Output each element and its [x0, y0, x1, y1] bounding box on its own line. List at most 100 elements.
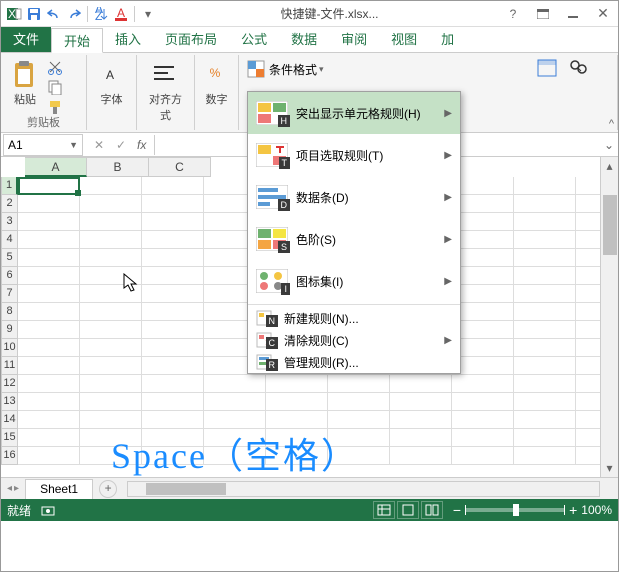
sheet-tab-1[interactable]: Sheet1 — [25, 479, 93, 499]
cell[interactable] — [18, 375, 80, 393]
excel-icon[interactable]: X — [5, 5, 23, 23]
undo-icon[interactable] — [45, 5, 63, 23]
cell[interactable] — [18, 195, 80, 213]
dd-manage-rules[interactable]: R 管理规则(R)... — [248, 351, 460, 373]
zoom-in-button[interactable]: + — [569, 502, 577, 518]
cell[interactable] — [328, 447, 390, 465]
cell[interactable] — [514, 411, 576, 429]
tab-file[interactable]: 文件 — [1, 27, 51, 52]
cell[interactable] — [80, 213, 142, 231]
cell[interactable] — [514, 357, 576, 375]
horizontal-scrollbar[interactable] — [127, 481, 600, 497]
cell[interactable] — [452, 375, 514, 393]
dd-highlight-rules[interactable]: H 突出显示单元格规则(H)▶ — [248, 92, 460, 134]
cell[interactable] — [390, 429, 452, 447]
ribbon-display-icon[interactable] — [532, 4, 554, 24]
cell[interactable] — [80, 393, 142, 411]
zoom-slider[interactable] — [465, 508, 565, 512]
cell[interactable] — [204, 429, 266, 447]
sheet-nav-next[interactable]: ▸ — [14, 483, 19, 494]
cell[interactable] — [80, 339, 142, 357]
cell[interactable] — [80, 267, 142, 285]
cell[interactable] — [514, 393, 576, 411]
tab-home[interactable]: 开始 — [51, 28, 103, 53]
align-button[interactable]: 对齐方式 — [141, 57, 190, 125]
cell[interactable] — [80, 177, 142, 195]
tab-review[interactable]: 审阅 — [329, 27, 379, 52]
row-header[interactable]: 14 — [1, 411, 18, 429]
copy-icon[interactable] — [47, 79, 65, 97]
cell[interactable] — [452, 393, 514, 411]
cell[interactable] — [18, 231, 80, 249]
cell[interactable] — [142, 213, 204, 231]
cut-icon[interactable] — [47, 59, 65, 77]
cell[interactable] — [18, 249, 80, 267]
cell[interactable] — [514, 177, 576, 195]
cell[interactable] — [514, 375, 576, 393]
cell[interactable] — [328, 411, 390, 429]
row-header[interactable]: 9 — [1, 321, 18, 339]
tab-formulas[interactable]: 公式 — [229, 27, 279, 52]
cell[interactable] — [514, 447, 576, 465]
merge-icon[interactable] — [537, 59, 555, 77]
view-page-layout-icon[interactable] — [397, 501, 419, 519]
cell[interactable] — [514, 213, 576, 231]
cell[interactable] — [142, 447, 204, 465]
find-icon[interactable] — [569, 59, 587, 77]
row-header[interactable]: 6 — [1, 267, 18, 285]
minimize-icon[interactable] — [562, 4, 584, 24]
cell[interactable] — [204, 447, 266, 465]
tab-insert[interactable]: 插入 — [103, 27, 153, 52]
save-icon[interactable] — [25, 5, 43, 23]
qat-dropdown-icon[interactable]: ▾ — [139, 5, 157, 23]
cell[interactable] — [452, 267, 514, 285]
cell[interactable] — [266, 393, 328, 411]
cell[interactable] — [142, 375, 204, 393]
row-header[interactable]: 12 — [1, 375, 18, 393]
cell[interactable] — [142, 411, 204, 429]
cell[interactable] — [266, 375, 328, 393]
cell[interactable] — [514, 303, 576, 321]
dd-top-rules[interactable]: T 项目选取规则(T)▶ — [248, 134, 460, 176]
col-header-b[interactable]: B — [87, 157, 149, 177]
cell[interactable] — [452, 447, 514, 465]
collapse-ribbon-icon[interactable]: ^ — [609, 118, 614, 130]
cell[interactable] — [142, 429, 204, 447]
close-icon[interactable]: ✕ — [592, 4, 614, 24]
cell[interactable] — [80, 195, 142, 213]
macro-record-icon[interactable] — [41, 503, 55, 517]
tab-layout[interactable]: 页面布局 — [153, 27, 229, 52]
cell[interactable] — [80, 321, 142, 339]
cell[interactable] — [204, 375, 266, 393]
cell[interactable] — [514, 321, 576, 339]
cell[interactable] — [452, 321, 514, 339]
cell[interactable] — [80, 249, 142, 267]
cell[interactable] — [514, 429, 576, 447]
cell[interactable] — [18, 321, 80, 339]
cell[interactable] — [80, 447, 142, 465]
dd-icon-sets[interactable]: I 图标集(I)▶ — [248, 260, 460, 302]
dd-clear-rules[interactable]: C 清除规则(C)▶ — [248, 329, 460, 351]
zoom-level[interactable]: 100% — [581, 503, 612, 517]
row-header[interactable]: 3 — [1, 213, 18, 231]
row-header[interactable]: 15 — [1, 429, 18, 447]
cell[interactable] — [80, 357, 142, 375]
cell[interactable] — [18, 429, 80, 447]
cell[interactable] — [204, 411, 266, 429]
cell[interactable] — [390, 393, 452, 411]
font-color-icon[interactable]: A — [112, 5, 130, 23]
cell[interactable] — [514, 267, 576, 285]
sort-icon[interactable]: AZ — [92, 5, 110, 23]
row-header[interactable]: 5 — [1, 249, 18, 267]
sheet-nav-prev[interactable]: ◂ — [7, 483, 12, 494]
cell[interactable] — [452, 429, 514, 447]
cell[interactable] — [142, 339, 204, 357]
number-button[interactable]: % 数字 — [199, 57, 234, 109]
cell[interactable] — [18, 339, 80, 357]
cell[interactable] — [80, 411, 142, 429]
cell[interactable] — [514, 339, 576, 357]
row-header[interactable]: 1 — [1, 177, 18, 195]
cell[interactable] — [18, 285, 80, 303]
view-page-break-icon[interactable] — [421, 501, 443, 519]
col-header-c[interactable]: C — [149, 157, 211, 177]
